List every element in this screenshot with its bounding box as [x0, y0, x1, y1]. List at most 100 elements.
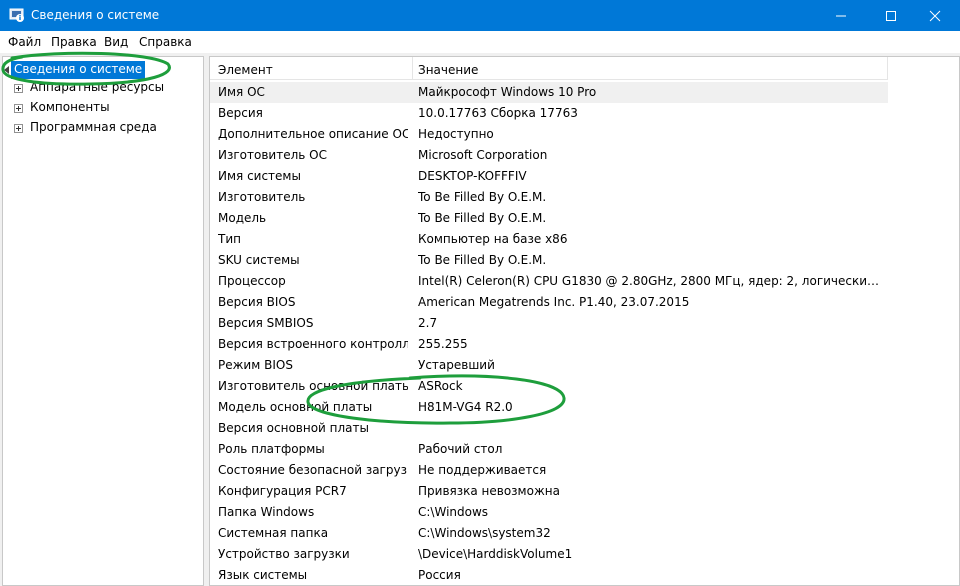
table-row[interactable]: Версия основной платы: [210, 418, 959, 439]
cell-item: Версия встроенного контролл...: [218, 337, 408, 351]
cell-value: 10.0.17763 Сборка 17763: [418, 106, 578, 120]
expand-plus-icon[interactable]: [14, 104, 23, 113]
cell-item: Изготовитель ОС: [218, 148, 327, 162]
cell-value: C:\Windows\system32: [418, 526, 551, 540]
maximize-button[interactable]: [868, 0, 914, 31]
cell-item: Конфигурация PCR7: [218, 484, 347, 498]
cell-value: \Device\HarddiskVolume1: [418, 547, 573, 561]
table-row[interactable]: Изготовитель ОС Microsoft Corporation: [210, 145, 959, 166]
cell-value: 2.7: [418, 316, 438, 330]
cell-item: SKU системы: [218, 253, 300, 267]
list-rows: Имя ОС Майкрософт Windows 10 Pro Версия 10.…: [210, 82, 959, 585]
cell-value: Рабочий стол: [418, 442, 503, 456]
tree-item-software-environment[interactable]: Программная среда: [30, 120, 157, 138]
cell-item: Имя системы: [218, 169, 301, 183]
cell-value: H81M-VG4 R2.0: [418, 400, 513, 414]
cell-item: Тип: [218, 232, 241, 246]
cell-item: Версия SMBIOS: [218, 316, 314, 330]
menu-edit[interactable]: Правка: [51, 35, 97, 49]
column-header-item[interactable]: Элемент: [218, 63, 273, 77]
table-row[interactable]: Конфигурация PCR7 Привязка невозможна: [210, 481, 959, 502]
table-row[interactable]: Имя ОС Майкрософт Windows 10 Pro: [210, 82, 959, 103]
cell-item: Роль платформы: [218, 442, 325, 456]
tree-item-hardware-resources[interactable]: Аппаратные ресурсы: [30, 80, 164, 98]
expand-plus-icon[interactable]: [14, 124, 23, 133]
cell-item: Имя ОС: [218, 85, 265, 99]
title-bar: Сведения о системе: [0, 0, 960, 31]
details-list: Элемент Значение Имя ОС Майкрософт Window…: [209, 56, 960, 586]
collapse-arrow-icon[interactable]: [4, 66, 9, 74]
close-button[interactable]: [912, 0, 958, 31]
table-row[interactable]: Версия BIOS American Megatrends Inc. P1.4…: [210, 292, 959, 313]
table-row[interactable]: Тип Компьютер на базе x86: [210, 229, 959, 250]
table-row[interactable]: Версия 10.0.17763 Сборка 17763: [210, 103, 959, 124]
system-info-app-icon: [9, 8, 24, 22]
cell-value: DESKTOP-KOFFFIV: [418, 169, 527, 183]
table-row[interactable]: Процессор Intel(R) Celeron(R) CPU G1830 @…: [210, 271, 959, 292]
cell-item: Изготовитель: [218, 190, 306, 204]
menu-help[interactable]: Справка: [139, 35, 192, 49]
table-row[interactable]: Модель To Be Filled By O.E.M.: [210, 208, 959, 229]
column-divider[interactable]: [887, 57, 888, 80]
table-row[interactable]: Дополнительное описание ОС Недоступно: [210, 124, 959, 145]
close-icon: [929, 10, 941, 22]
table-row[interactable]: Имя системы DESKTOP-KOFFFIV: [210, 166, 959, 187]
table-row[interactable]: Версия SMBIOS 2.7: [210, 313, 959, 334]
table-row[interactable]: Роль платформы Рабочий стол: [210, 439, 959, 460]
cell-item: Версия BIOS: [218, 295, 296, 309]
minimize-button[interactable]: [818, 0, 864, 31]
cell-item: Модель основной платы: [218, 400, 373, 414]
table-row[interactable]: SKU системы To Be Filled By O.E.M.: [210, 250, 959, 271]
tree-item-system-summary[interactable]: Сведения о системе: [11, 61, 146, 79]
menu-file[interactable]: Файл: [8, 35, 41, 49]
cell-item: Системная папка: [218, 526, 329, 540]
cell-value: 255.255: [418, 337, 468, 351]
window-title: Сведения о системе: [31, 8, 160, 22]
cell-value: Привязка невозможна: [418, 484, 560, 498]
cell-value: Россия: [418, 568, 461, 582]
minimize-icon: [836, 15, 846, 17]
cell-value: Компьютер на базе x86: [418, 232, 568, 246]
table-row[interactable]: Изготовитель To Be Filled By O.E.M.: [210, 187, 959, 208]
expand-plus-icon[interactable]: [14, 84, 23, 93]
table-row[interactable]: Модель основной платы H81M-VG4 R2.0: [210, 397, 959, 418]
cell-value: Microsoft Corporation: [418, 148, 548, 162]
cell-item: Язык системы: [218, 568, 308, 582]
cell-value: Майкрософт Windows 10 Pro: [418, 85, 597, 99]
cell-item: Устройство загрузки: [218, 547, 350, 561]
category-tree: Сведения о системе Аппаратные ресурсы Ко…: [2, 56, 204, 586]
cell-value: ASRock: [418, 379, 463, 393]
cell-item: Дополнительное описание ОС: [218, 127, 408, 141]
cell-value: American Megatrends Inc. P1.40, 23.07.20…: [418, 295, 690, 309]
table-row[interactable]: Состояние безопасной загруз... Не поддерж…: [210, 460, 959, 481]
cell-value: Intel(R) Celeron(R) CPU G1830 @ 2.80GHz,…: [418, 274, 883, 288]
menu-bar: Файл Правка Вид Справка: [0, 31, 960, 53]
cell-value: C:\Windows: [418, 505, 489, 519]
cell-item: Модель: [218, 211, 267, 225]
cell-value: To Be Filled By O.E.M.: [418, 211, 547, 225]
table-row[interactable]: Изготовитель основной платы ASRock: [210, 376, 959, 397]
cell-value: Недоступно: [418, 127, 494, 141]
column-header-value[interactable]: Значение: [418, 63, 478, 77]
cell-item: Режим BIOS: [218, 358, 293, 372]
cell-value: To Be Filled By O.E.M.: [418, 190, 547, 204]
cell-item: Состояние безопасной загруз...: [218, 463, 408, 477]
table-row[interactable]: Системная папка C:\Windows\system32: [210, 523, 959, 544]
table-row[interactable]: Устройство загрузки \Device\HarddiskVolum…: [210, 544, 959, 565]
table-row[interactable]: Версия встроенного контролл... 255.255: [210, 334, 959, 355]
cell-value: Устаревший: [418, 358, 495, 372]
column-divider[interactable]: [412, 57, 413, 80]
cell-item: Папка Windows: [218, 505, 315, 519]
cell-item: Процессор: [218, 274, 286, 288]
menu-view[interactable]: Вид: [104, 35, 128, 49]
cell-item: Версия основной платы: [218, 421, 369, 435]
cell-item: Изготовитель основной платы: [218, 379, 408, 393]
table-row[interactable]: Режим BIOS Устаревший: [210, 355, 959, 376]
list-header: Элемент Значение: [210, 57, 888, 80]
cell-value: To Be Filled By O.E.M.: [418, 253, 547, 267]
cell-value: Не поддерживается: [418, 463, 547, 477]
maximize-icon: [886, 11, 896, 21]
table-row[interactable]: Папка Windows C:\Windows: [210, 502, 959, 523]
table-row[interactable]: Язык системы Россия: [210, 565, 959, 585]
tree-item-components[interactable]: Компоненты: [30, 100, 110, 118]
